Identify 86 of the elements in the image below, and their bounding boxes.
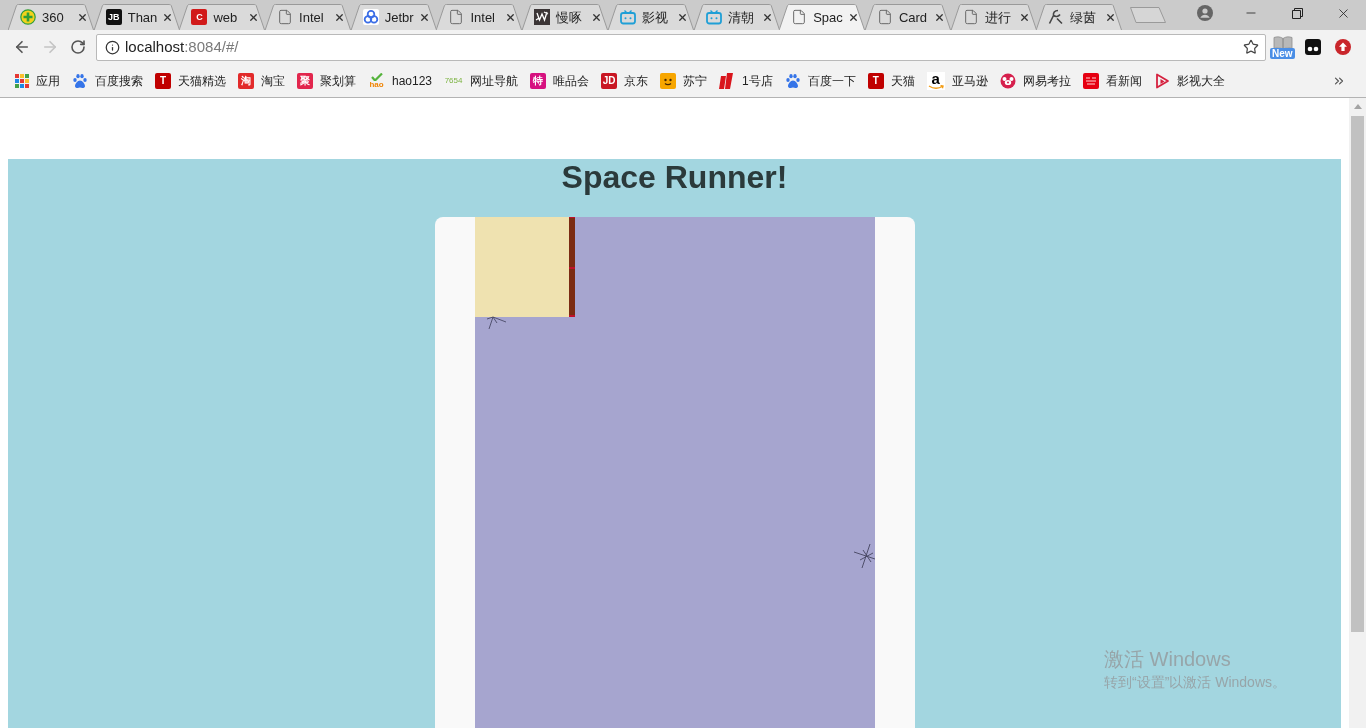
- address-field[interactable]: localhost:8084/#/: [96, 33, 1266, 61]
- url-text: localhost:8084/#/: [125, 38, 239, 56]
- bookmark-item[interactable]: 7654 网址导航: [438, 68, 525, 93]
- browser-tab[interactable]: 360: [8, 4, 94, 30]
- close-icon[interactable]: [333, 12, 345, 23]
- page-icon: [277, 9, 294, 25]
- bookmark-star-icon[interactable]: [1243, 39, 1259, 55]
- bookmark-item[interactable]: 百度一下: [778, 68, 862, 93]
- info-icon: [105, 39, 120, 55]
- logo-tile: JD: [601, 72, 618, 89]
- close-icon[interactable]: [1104, 12, 1116, 23]
- close-icon[interactable]: [505, 12, 517, 23]
- page-icon: [876, 9, 893, 25]
- browser-tab[interactable]: 绿茵: [1036, 4, 1122, 30]
- bookmark-item[interactable]: T 天猫精选: [149, 68, 232, 93]
- close-icon[interactable]: [248, 12, 260, 23]
- logo-tile: T: [867, 72, 884, 89]
- bookmark-item[interactable]: JD 京东: [595, 68, 655, 93]
- close-icon[interactable]: [1019, 12, 1031, 23]
- paw-icon: [784, 72, 801, 89]
- bookmark-item[interactable]: 影视大全: [1147, 68, 1231, 93]
- close-icon[interactable]: [676, 12, 688, 23]
- letter-logo: a: [926, 71, 945, 90]
- browser-tab[interactable]: 清朝: [693, 4, 780, 30]
- spark-icon: [485, 316, 507, 330]
- reload-icon: [70, 39, 86, 55]
- browser-tab[interactable]: JB Than: [93, 4, 180, 30]
- hook-icon: [1048, 9, 1065, 25]
- page-icon: [791, 9, 808, 25]
- bookmark-item[interactable]: 聚 聚划算: [291, 68, 362, 93]
- stripes-icon: [719, 72, 736, 89]
- browser-tab[interactable]: C web: [179, 4, 266, 30]
- logo-tile: 特: [530, 72, 547, 89]
- bookmark-item[interactable]: hao hao123: [362, 68, 439, 93]
- page-icon: [962, 9, 979, 25]
- apps-grid-icon: [15, 73, 29, 88]
- logo-tile: C: [191, 9, 208, 25]
- close-icon[interactable]: [590, 12, 602, 23]
- paw-icon: [72, 72, 88, 89]
- browser-tab[interactable]: 慢啄: [522, 4, 608, 30]
- close-icon[interactable]: [933, 12, 945, 23]
- face-tile-icon: [660, 72, 677, 89]
- bookmark-item[interactable]: 淘 淘宝: [232, 68, 291, 93]
- logo-tile: T: [155, 72, 171, 89]
- browser-tab[interactable]: Intel: [265, 4, 351, 30]
- page-title: Space Runner!: [560, 159, 789, 196]
- up-arrow-circle-icon: [1335, 39, 1351, 55]
- bookmark-item[interactable]: 网易考拉: [993, 68, 1077, 93]
- close-icon[interactable]: [419, 12, 431, 23]
- browser-tab[interactable]: Spac: [779, 4, 865, 30]
- restore-icon: [1291, 7, 1303, 19]
- bookmark-item[interactable]: a 亚马逊: [920, 68, 994, 93]
- news-tile-icon: [1082, 72, 1099, 89]
- browser-tab[interactable]: 影视: [607, 4, 694, 30]
- browser-tab[interactable]: 进行: [950, 4, 1037, 30]
- play-icon: [1153, 72, 1170, 89]
- tv-icon: [705, 9, 722, 25]
- leaf-logo: hao: [368, 72, 385, 89]
- account-icon: [1197, 5, 1213, 21]
- close-icon[interactable]: [762, 12, 774, 23]
- pattern-tile-icon: [534, 9, 551, 25]
- browser-tab[interactable]: Jetbr: [350, 4, 437, 30]
- tv-icon: [619, 9, 636, 25]
- bookmark-item[interactable]: 看新闻: [1076, 68, 1148, 93]
- bookmark-item[interactable]: T 天猫: [861, 68, 921, 93]
- eyes-tile-icon: [1305, 39, 1321, 55]
- close-icon[interactable]: [162, 12, 174, 23]
- page-icon: [448, 9, 465, 25]
- bookmark-item[interactable]: 应用: [9, 68, 66, 93]
- plus-circle-icon: [20, 9, 36, 25]
- new-badge: New: [1270, 48, 1295, 59]
- browser-tab[interactable]: Intel: [436, 4, 523, 30]
- bookmark-item[interactable]: 百度搜索: [66, 68, 149, 93]
- logo-tile: 淘: [238, 72, 254, 89]
- scrollbar-thumb[interactable]: [1351, 116, 1364, 632]
- close-icon[interactable]: [847, 12, 859, 23]
- close-icon[interactable]: [76, 12, 88, 23]
- bookmark-item[interactable]: 1号店: [713, 68, 779, 93]
- bookmark-item[interactable]: 特 唯品会: [524, 68, 596, 93]
- logo-tile: 聚: [297, 72, 313, 89]
- bookmark-item[interactable]: 苏宁: [654, 68, 714, 93]
- book-icon: [1273, 36, 1293, 50]
- browser-tab[interactable]: Card: [864, 4, 951, 30]
- spark-icon: [852, 543, 876, 569]
- animal-face-icon: [999, 72, 1016, 89]
- arrow-right-icon: [41, 38, 59, 56]
